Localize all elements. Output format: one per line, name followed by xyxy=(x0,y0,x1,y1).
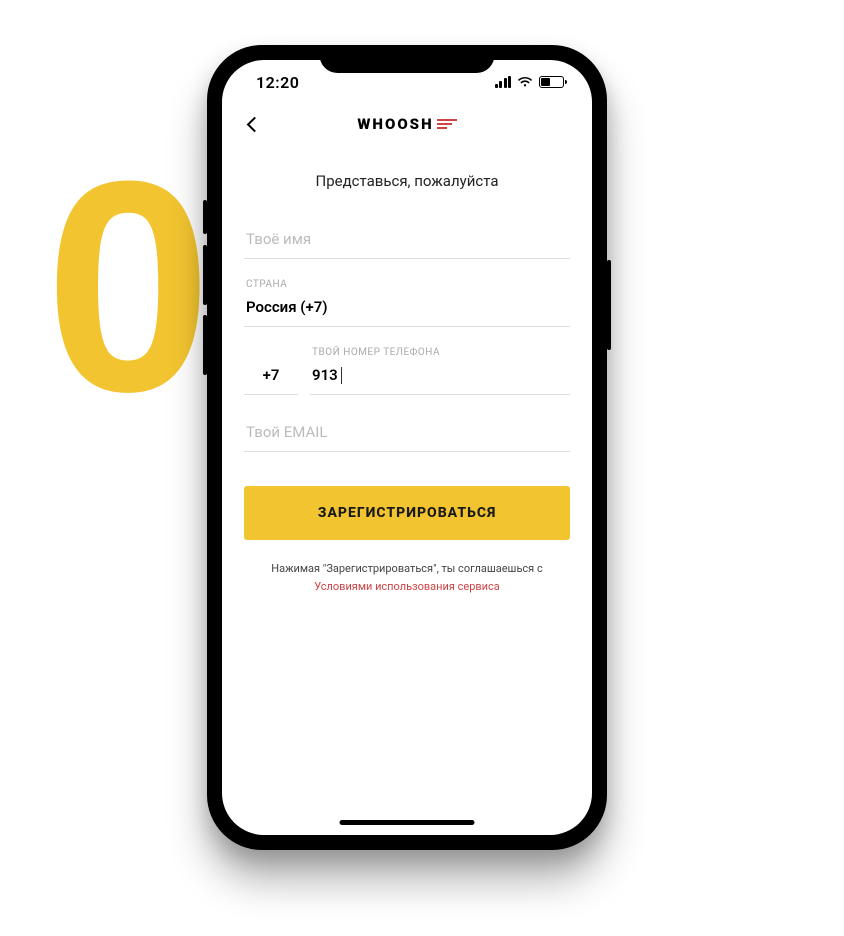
phone-prefix-field[interactable]: +7 xyxy=(244,347,298,395)
name-input[interactable] xyxy=(246,222,568,258)
status-bar: 12:20 xyxy=(222,60,592,104)
logo-lines-icon xyxy=(437,119,457,129)
text-caret-icon xyxy=(341,367,342,384)
form-heading: Представься, пожалуйста xyxy=(244,172,570,190)
phone-screen: 12:20 WHOOSH Представься, пожалуйста xyxy=(222,60,592,835)
wifi-icon xyxy=(517,76,533,88)
registration-form: Представься, пожалуйста СТРАНА Россия (+… xyxy=(222,144,592,835)
name-field[interactable] xyxy=(244,222,570,259)
country-value[interactable]: Россия (+7) xyxy=(246,290,568,326)
country-label: СТРАНА xyxy=(246,279,568,290)
phone-side-button xyxy=(203,245,207,305)
signal-icon xyxy=(495,76,512,88)
nav-bar: WHOOSH xyxy=(222,104,592,144)
phone-power-button xyxy=(607,260,611,350)
terms-link[interactable]: Условиями использования сервиса xyxy=(314,580,500,593)
terms-pretext: Нажимая "Зарегистрироваться", ты соглаша… xyxy=(271,562,542,575)
back-button[interactable] xyxy=(240,110,268,138)
register-button[interactable]: ЗАРЕГИСТРИРОВАТЬСЯ xyxy=(244,486,570,540)
email-field[interactable] xyxy=(244,415,570,452)
phone-row: +7 ТВОЙ НОМЕР ТЕЛЕФОНА 913 xyxy=(244,347,570,395)
app-logo: WHOOSH xyxy=(357,115,456,133)
status-time: 12:20 xyxy=(256,73,299,92)
phone-input[interactable]: 913 xyxy=(312,358,568,394)
battery-icon xyxy=(539,76,564,88)
logo-text: WHOOSH xyxy=(357,115,433,133)
phone-side-button xyxy=(203,315,207,375)
country-field[interactable]: СТРАНА Россия (+7) xyxy=(244,279,570,327)
email-input[interactable] xyxy=(246,415,568,451)
phone-number-field[interactable]: ТВОЙ НОМЕР ТЕЛЕФОНА 913 xyxy=(310,347,570,395)
phone-side-button xyxy=(203,200,207,234)
phone-value: 913 xyxy=(312,366,338,384)
phone-label: ТВОЙ НОМЕР ТЕЛЕФОНА xyxy=(312,347,568,358)
terms-text: Нажимая "Зарегистрироваться", ты соглаша… xyxy=(244,560,570,595)
phone-prefix: +7 xyxy=(246,358,296,394)
phone-mockup: 12:20 WHOOSH Представься, пожалуйста xyxy=(207,45,607,850)
chevron-left-icon xyxy=(246,116,262,132)
